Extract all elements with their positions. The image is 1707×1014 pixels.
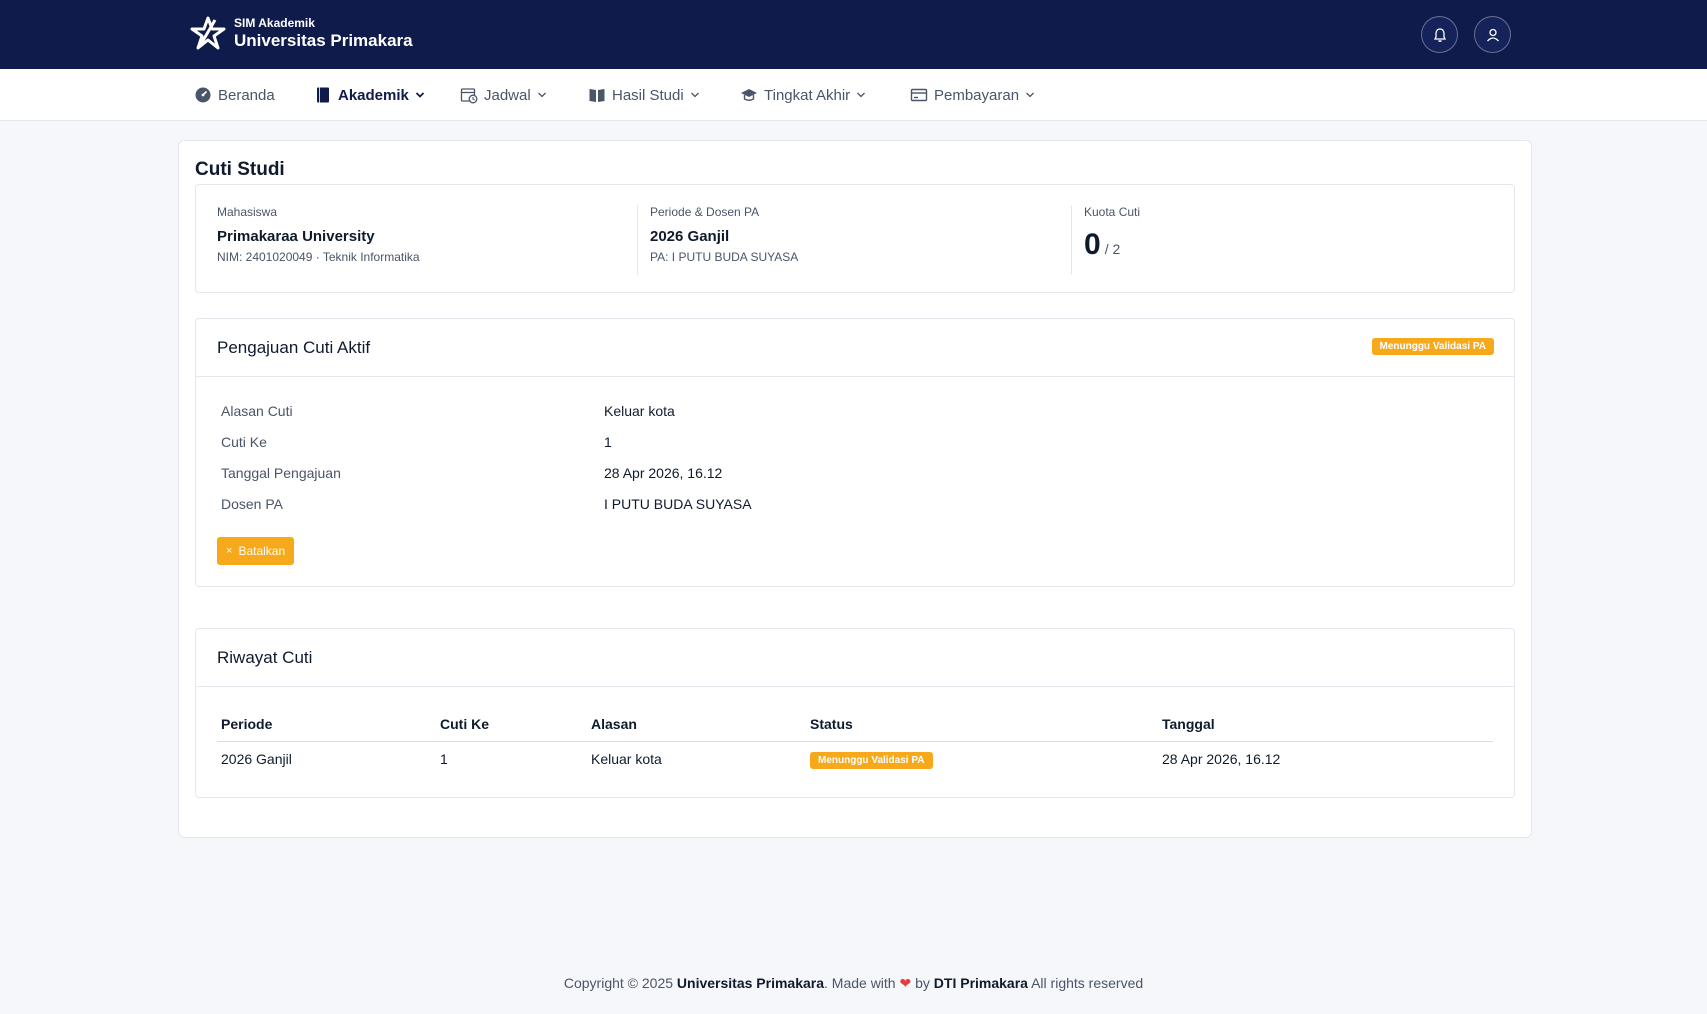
student-name: Primakaraa University (217, 228, 375, 245)
quota-info: Kuota Cuti 0/ 2 (1071, 205, 1491, 275)
chevron-down-icon (537, 92, 546, 98)
brand-subtitle: SIM Akademik (234, 16, 315, 31)
detail-label: Tanggal Pengajuan (221, 465, 341, 481)
copyright-text: Copyright © 2025 (563, 975, 674, 991)
footer: Copyright © 2025 Universitas Primakara. … (0, 975, 1707, 992)
advisor-info: PA: I PUTU BUDA SUYASA (650, 250, 799, 264)
column-header: Alasan (587, 707, 806, 742)
column-header: Status (806, 707, 1158, 742)
bell-icon (1433, 27, 1446, 42)
detail-label: Dosen PA (221, 496, 283, 512)
detail-value: 1 (604, 434, 612, 450)
nav-item-pembayaran[interactable]: Pembayaran (910, 69, 1035, 121)
detail-value: Keluar kota (604, 403, 675, 419)
credit-card-icon (910, 88, 928, 102)
cell-status: Menunggu Validasi PA (806, 741, 1158, 777)
student-info: Mahasiswa Primakaraa University NIM: 240… (217, 205, 627, 275)
dashboard-icon (195, 87, 211, 103)
chevron-down-icon (415, 92, 425, 98)
column-header: Cuti Ke (436, 707, 587, 742)
open-book-icon (589, 89, 605, 102)
table-row: 2026 Ganjil 1 Keluar kota Menunggu Valid… (217, 741, 1493, 777)
logo-icon (190, 16, 226, 50)
by-text: by (915, 975, 930, 991)
status-badge: Menunggu Validasi PA (810, 751, 933, 769)
quota-total: / 2 (1104, 241, 1121, 257)
cell-period: 2026 Ganjil (221, 751, 292, 768)
team-name: DTI Primakara (933, 975, 1028, 991)
nav-label: Hasil Studi (612, 86, 684, 104)
cancel-label: Batalkan (238, 544, 286, 558)
student-info-box: Mahasiswa Primakaraa University NIM: 240… (195, 184, 1515, 293)
chevron-down-icon (1026, 92, 1035, 98)
section-title: Riwayat Cuti (217, 648, 313, 667)
column-header: Periode (217, 707, 436, 742)
student-label: Mahasiswa (217, 205, 278, 219)
detail-value: 28 Apr 2026, 16.12 (604, 465, 723, 481)
nav-item-jadwal[interactable]: Jadwal (460, 69, 547, 121)
status-badge: Menunggu Validasi PA (1371, 338, 1494, 355)
quota-used: 0 (1084, 228, 1101, 261)
cell-reason: Keluar kota (591, 751, 662, 768)
chevron-down-icon (857, 92, 866, 98)
cell-date: 28 Apr 2026, 16.12 (1162, 751, 1281, 768)
cancel-button[interactable]: × Batalkan (217, 537, 295, 565)
detail-label: Cuti Ke (221, 434, 267, 450)
leave-history-section: Riwayat Cuti Periode Cuti Ke Alasan Stat… (195, 628, 1515, 798)
nav-item-beranda[interactable]: Beranda (194, 69, 275, 121)
rights-text: All rights reserved (1031, 975, 1144, 991)
graduation-cap-icon (741, 89, 757, 101)
brand-title: Universitas Primakara (234, 31, 413, 51)
nav-label: Pembayaran (934, 86, 1020, 104)
page-title: Cuti Studi (195, 159, 285, 180)
nav-label: Beranda (218, 86, 275, 104)
main-nav: Beranda Akademik Jadwal Hasil Studi Ting… (0, 69, 1707, 121)
chevron-down-icon (690, 92, 699, 98)
column-header: Tanggal (1158, 707, 1493, 742)
quota-label: Kuota Cuti (1084, 205, 1141, 219)
close-icon: × (226, 545, 233, 557)
nav-item-akademik[interactable]: Akademik (314, 69, 425, 121)
history-table: Periode Cuti Ke Alasan Status Tanggal 20… (217, 707, 1493, 777)
nav-label: Jadwal (484, 86, 531, 104)
profile-button[interactable] (1474, 16, 1511, 53)
calendar-clock-icon (460, 88, 478, 104)
notification-button[interactable] (1421, 16, 1458, 53)
user-icon (1486, 28, 1499, 41)
nav-label: Akademik (338, 86, 409, 104)
active-leave-section: Pengajuan Cuti Aktif Menunggu Validasi P… (195, 318, 1515, 587)
heart-icon: ❤ (899, 975, 912, 991)
cell-number: 1 (440, 751, 448, 768)
made-with-text: . Made with (824, 975, 896, 991)
period-value: 2026 Ganjil (650, 228, 730, 245)
student-nim: NIM: 2401020049 · Teknik Informatika (217, 250, 420, 264)
nav-label: Tingkat Akhir (764, 86, 851, 104)
period-info: Periode & Dosen PA 2026 Ganjil PA: I PUT… (637, 205, 1070, 275)
top-header: SIM Akademik Universitas Primakara (0, 0, 1707, 69)
university-name: Universitas Primakara (676, 975, 824, 991)
cuti-studi-card: Cuti Studi Mahasiswa Primakaraa Universi… (178, 140, 1532, 838)
section-title: Pengajuan Cuti Aktif (217, 338, 371, 357)
active-leave-header: Pengajuan Cuti Aktif Menunggu Validasi P… (196, 319, 1514, 377)
nav-item-tingkat-akhir[interactable]: Tingkat Akhir (740, 69, 866, 121)
detail-label: Alasan Cuti (221, 403, 293, 419)
leave-history-header: Riwayat Cuti (196, 629, 1514, 687)
table-header-row: Periode Cuti Ke Alasan Status Tanggal (217, 707, 1493, 742)
book-icon (317, 87, 329, 103)
nav-item-hasil-studi[interactable]: Hasil Studi (588, 69, 700, 121)
brand[interactable]: SIM Akademik Universitas Primakara (188, 14, 413, 54)
period-label: Periode & Dosen PA (650, 205, 760, 219)
detail-value: I PUTU BUDA SUYASA (604, 496, 752, 512)
